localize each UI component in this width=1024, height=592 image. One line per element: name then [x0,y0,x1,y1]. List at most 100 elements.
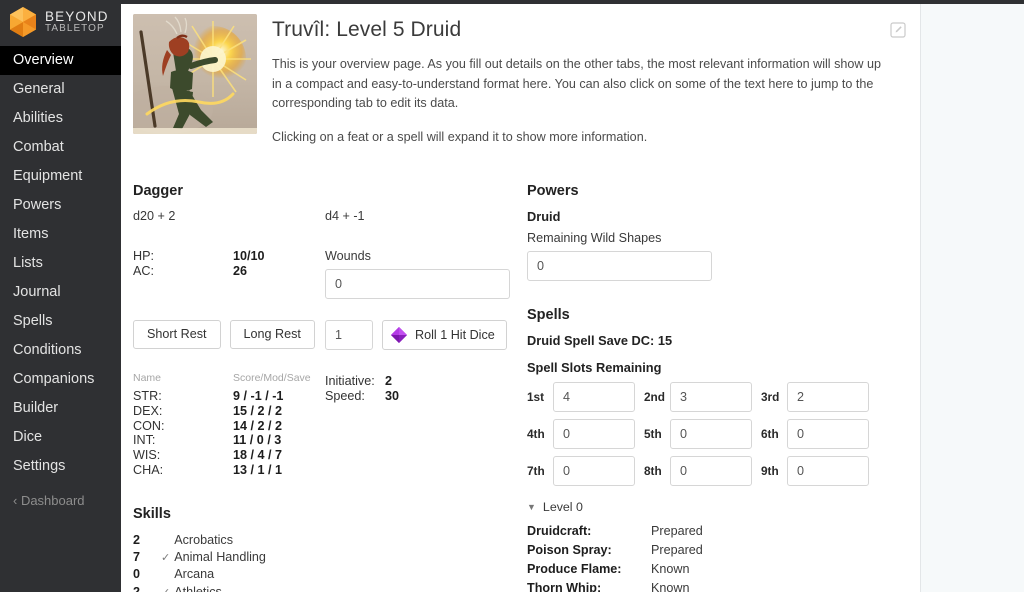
rest-and-dice-row: Short Rest Long Rest [133,299,525,350]
powers-heading[interactable]: Powers [527,183,906,199]
slot-label: 9th [761,464,787,478]
slot-input[interactable] [670,419,752,449]
hit-dice-count-input[interactable] [325,320,373,350]
skill-value: 7 [133,549,161,566]
sidebar-item-powers[interactable]: Powers [0,191,121,220]
slot-input[interactable] [670,382,752,412]
proficiency-check-icon: ✓ [161,552,170,564]
slot-input[interactable] [787,419,869,449]
table-row[interactable]: INT: 11 / 0 / 3 [133,433,325,448]
brand-logo[interactable]: BEYOND TABLETOP [0,0,121,44]
slot-input[interactable] [670,456,752,486]
slot-label: 5th [644,427,670,441]
ac-value[interactable]: 26 [233,264,247,279]
table-row[interactable]: CON: 14 / 2 / 2 [133,419,325,434]
initiative-value[interactable]: 2 [385,374,392,389]
spell-group-toggle[interactable]: ▼ Level 0 [527,500,906,514]
ability-name: CON: [133,419,233,434]
sidebar-item-settings[interactable]: Settings [0,452,121,481]
skill-name: ✓Acrobatics [161,532,233,549]
short-rest-button[interactable]: Short Rest [133,320,221,349]
spell-slot-6th: 6th [761,419,869,449]
speed-value[interactable]: 30 [385,389,399,404]
skill-name: ✓Athletics [161,584,222,592]
sidebar-dashboard-link[interactable]: ‹ Dashboard [0,486,121,515]
app-root: BEYOND TABLETOP Overview General Abiliti… [0,0,1024,592]
spell-status: Prepared [651,541,703,560]
slot-input[interactable] [787,382,869,412]
sidebar-item-combat[interactable]: Combat [0,133,121,162]
spell-group-level-0: ▼ Level 0 Druidcraft: Prepared Poison Sp… [527,500,906,592]
hp-value[interactable]: 10/10 [233,249,265,264]
initiative-row: Initiative: 2 [325,374,399,389]
table-row[interactable]: DEX: 15 / 2 / 2 [133,404,325,419]
skill-value: 2 [133,532,161,549]
list-item[interactable]: 0 ✓Arcana [133,566,525,583]
brand-line-1: BEYOND [45,10,109,24]
right-column: Powers Druid Remaining Wild Shapes Spell… [525,183,906,592]
spell-slot-5th: 5th [644,419,752,449]
spell-slot-7th: 7th [527,456,635,486]
sidebar-item-equipment[interactable]: Equipment [0,162,121,191]
table-row[interactable]: CHA: 13 / 1 / 1 [133,463,325,478]
spell-name: Thorn Whip: [527,579,651,592]
sidebar-item-abilities[interactable]: Abilities [0,104,121,133]
wounds-input[interactable] [325,269,510,299]
spell-slots-row: 1st 2nd 3rd [527,382,906,412]
slot-label: 4th [527,427,553,441]
sidebar-item-items[interactable]: Items [0,220,121,249]
skills-heading[interactable]: Skills [133,506,525,522]
weapon-damage-roll[interactable]: d4 + -1 [325,209,525,223]
list-item[interactable]: Produce Flame: Known [527,560,906,579]
sidebar-item-general[interactable]: General [0,75,121,104]
character-portrait[interactable] [133,14,257,134]
slot-input[interactable] [553,382,635,412]
ac-row: AC: 26 [133,264,325,279]
slot-input[interactable] [553,419,635,449]
edit-pencil-square-icon[interactable] [890,22,906,38]
sidebar-item-spells[interactable]: Spells [0,307,121,336]
table-row[interactable]: STR: 9 / -1 / -1 [133,389,325,404]
list-item[interactable]: 2 ✓Athletics [133,584,525,592]
spell-slot-1st: 1st [527,382,635,412]
ability-name: WIS: [133,448,233,463]
vitals-and-wounds: HP: 10/10 AC: 26 Wounds [133,249,525,299]
ac-label: AC: [133,264,233,279]
list-item[interactable]: 7 ✓Animal Handling [133,549,525,566]
header-body: Truvîl: Level 5 Druid This is your overv… [272,14,906,161]
slot-input[interactable] [553,456,635,486]
slot-label: 1st [527,390,553,404]
brand-text: BEYOND TABLETOP [45,10,109,34]
sidebar-item-overview[interactable]: Overview [0,46,121,75]
roll-hit-dice-label: Roll 1 Hit Dice [415,329,495,342]
slot-input[interactable] [787,456,869,486]
sidebar-item-dice[interactable]: Dice [0,423,121,452]
vitals-block: HP: 10/10 AC: 26 [133,249,325,299]
initiative-label: Initiative: [325,374,385,389]
list-item[interactable]: 2 ✓Acrobatics [133,532,525,549]
list-item[interactable]: Thorn Whip: Known [527,579,906,592]
spells-section: Spells Druid Spell Save DC: 15 Spell Slo… [527,307,906,592]
wild-shapes-input[interactable] [527,251,712,281]
hit-dice-controls: Roll 1 Hit Dice [325,299,525,350]
spell-name: Produce Flame: [527,560,651,579]
spell-status: Known [651,579,690,592]
spell-slot-3rd: 3rd [761,382,869,412]
sidebar-item-conditions[interactable]: Conditions [0,336,121,365]
long-rest-button[interactable]: Long Rest [230,320,315,349]
sidebar-item-lists[interactable]: Lists [0,249,121,278]
spells-heading[interactable]: Spells [527,307,906,323]
list-item[interactable]: Poison Spray: Prepared [527,541,906,560]
sidebar-item-builder[interactable]: Builder [0,394,121,423]
weapon-heading[interactable]: Dagger [133,183,525,199]
sidebar-item-companions[interactable]: Companions [0,365,121,394]
list-item[interactable]: Druidcraft: Prepared [527,522,906,541]
sidebar-item-journal[interactable]: Journal [0,278,121,307]
roll-hit-dice-button[interactable]: Roll 1 Hit Dice [382,320,507,350]
table-row[interactable]: WIS: 18 / 4 / 7 [133,448,325,463]
wounds-block: Wounds [325,249,525,299]
slot-label: 3rd [761,390,787,404]
ability-value: 11 / 0 / 3 [233,433,281,448]
skill-value: 0 [133,566,161,583]
weapon-attack-roll[interactable]: d20 + 2 [133,209,325,223]
